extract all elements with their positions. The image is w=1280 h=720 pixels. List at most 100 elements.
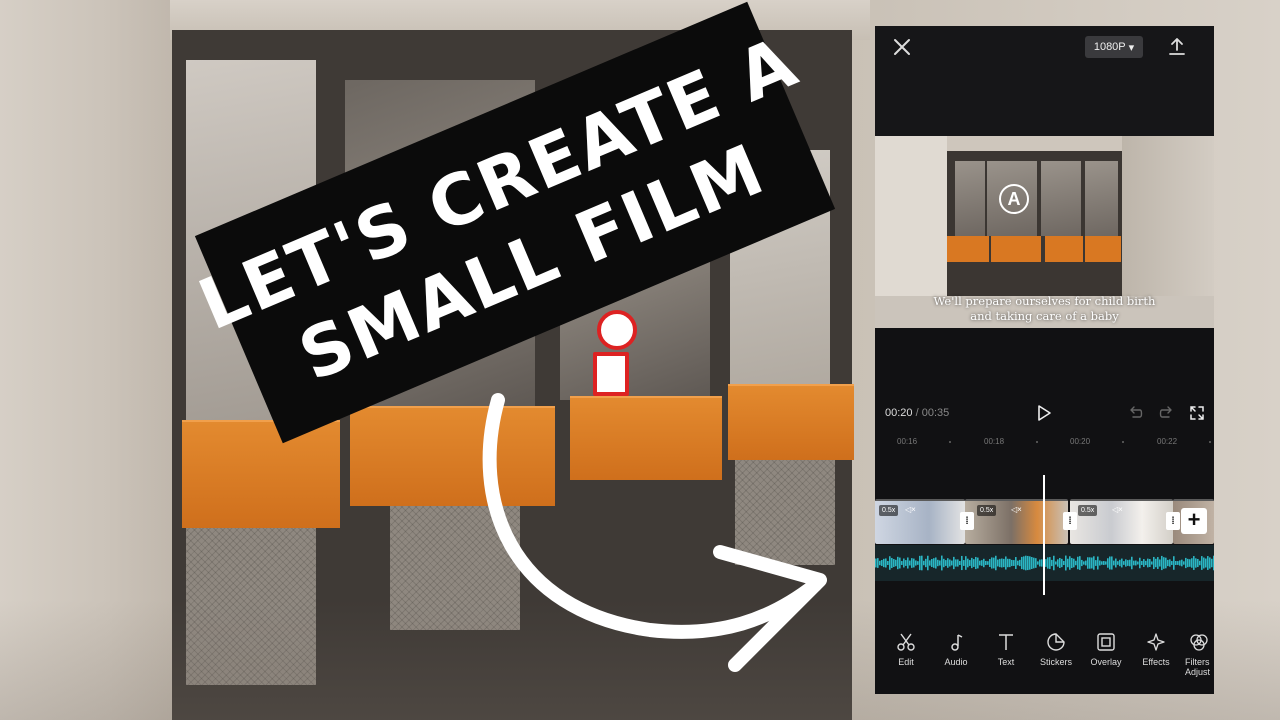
close-icon[interactable] [891,36,913,58]
waveform-bar [1085,560,1087,566]
tool-text[interactable]: Text [981,632,1031,667]
transition-button[interactable]: ⁞ [960,512,974,530]
transition-button[interactable]: ⁞ [1063,512,1077,530]
tool-overlay[interactable]: Overlay [1081,632,1131,667]
playhead[interactable] [1043,475,1045,595]
transition-button[interactable]: ⁞ [1166,512,1180,530]
video-clip[interactable]: 0.5x ◁× [1070,499,1173,544]
export-icon[interactable] [1167,36,1187,58]
tool-audio[interactable]: Audio [931,632,981,667]
add-clip-button[interactable]: + [1181,508,1207,534]
ruler-label: 00:22 [1157,437,1178,446]
waveform-bar [1007,558,1009,568]
waveform-bar [1073,558,1075,568]
tool-label: Effects [1142,657,1170,667]
tool-filters[interactable]: Filters Adjust [1185,632,1214,677]
waveform-bar [1131,556,1133,570]
waveform-bar [1175,561,1177,565]
waveform-bar [1117,561,1119,565]
redo-icon[interactable] [1158,405,1174,421]
ruler-label: 00:20 [1070,437,1091,446]
waveform-bar [1017,560,1019,566]
waveform-bar [971,557,973,569]
time-display: 00:20 / 00:35 [885,407,949,419]
waveform-bar [1207,556,1209,570]
waveform-bar [875,558,877,568]
waveform-bar [1177,561,1179,565]
waveform-bar [1071,557,1073,569]
waveform-bar [967,558,969,568]
total-time: 00:35 [921,407,950,419]
waveform-bar [1153,556,1155,570]
waveform-bar [889,556,891,570]
waveform-bar [1077,556,1079,570]
waveform-bar [1029,556,1031,570]
waveform-bar [1179,560,1181,566]
video-clip[interactable]: 0.5x ◁× [875,499,965,544]
waveform-bar [947,558,949,568]
waveform-bar [1011,559,1013,567]
tool-stickers[interactable]: Stickers [1031,632,1081,667]
waveform-bar [909,560,911,566]
waveform-bar [959,561,961,565]
waveform-bar [1095,560,1097,566]
tool-edit[interactable]: Edit [881,632,931,667]
waveform-bar [1201,556,1203,570]
waveform-bar [911,558,913,568]
tool-label: Audio [944,657,968,667]
waveform-bar [1199,560,1201,566]
waveform-bar [1065,555,1067,571]
preview-pane [1041,161,1081,236]
waveform-bar [977,557,979,569]
waveform-bar [931,558,933,568]
waveform-bar [985,560,987,566]
waveform-bar [1067,558,1069,568]
waveform-bar [1055,561,1057,565]
waveform-bar [1101,561,1103,565]
waveform-bar [965,556,967,570]
video-clip[interactable]: 0.5x ◁× [965,499,1068,544]
scissors-icon [897,633,915,651]
waveform-bar [1089,557,1091,569]
waveform-bar [903,558,905,568]
waveform-bar [1189,559,1191,567]
waveform-bar [929,560,931,566]
waveform-bar [887,561,889,565]
waveform-bar [901,561,903,565]
fullscreen-icon[interactable] [1189,405,1205,421]
prohibition-sign [597,310,637,350]
tool-label: Edit [898,657,914,667]
waveform-bar [1001,558,1003,568]
waveform-bar [1025,555,1027,571]
waveform-bar [1039,559,1041,567]
waveform-bar [1049,557,1051,569]
waveform-bar [1209,557,1211,569]
waveform-bar [963,560,965,566]
waveform-bar [877,558,879,568]
tool-effects[interactable]: Effects [1131,632,1181,667]
wooden-panel [182,420,340,528]
waveform-bar [917,561,919,565]
video-preview[interactable]: A We'll prepare ourselves for child birt… [875,136,1214,328]
timeline-ruler[interactable]: 00:16 00:18 00:20 00:22 [875,432,1214,454]
waveform-bar [923,560,925,566]
resolution-label: 1080P [1093,41,1126,53]
waveform-bar [1191,558,1193,568]
waveform-bar [949,559,951,567]
play-icon[interactable] [1036,404,1052,422]
waveform-bar [1083,561,1085,565]
waveform-bar [891,557,893,569]
waveform-bar [1075,560,1077,566]
waveform-bar [1015,557,1017,569]
waveform-bar [927,555,929,571]
waveform-bar [991,557,993,569]
resolution-button[interactable]: 1080P ▾ [1085,36,1143,58]
undo-icon[interactable] [1128,405,1144,421]
tool-label: Stickers [1039,657,1072,667]
subtitle: We'll prepare ourselves for child birth … [875,294,1214,324]
waveform-bar [989,559,991,567]
waveform-bar [907,557,909,569]
waveform-bar [1121,558,1123,568]
waveform-bar [1109,556,1111,570]
waveform-bar [951,560,953,566]
